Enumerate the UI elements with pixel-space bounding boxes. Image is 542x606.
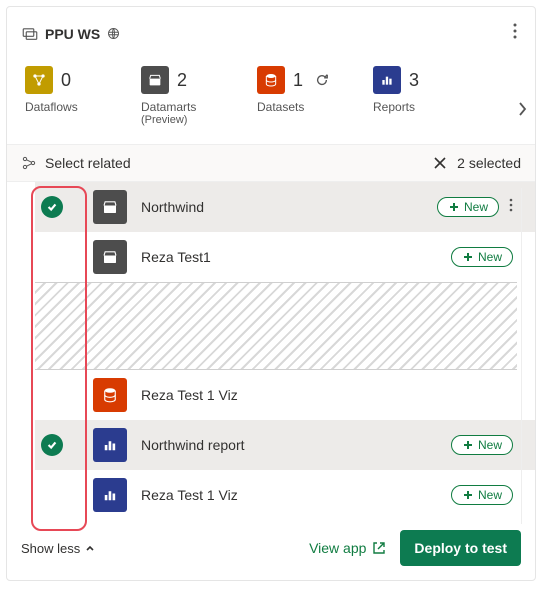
datamart-icon: [93, 240, 127, 274]
dataflow-icon: [25, 66, 53, 94]
summary-datasets[interactable]: 1 Datasets: [257, 66, 337, 114]
summary-datamarts[interactable]: 2 Datamarts (Preview): [141, 66, 221, 126]
summary-dataflows[interactable]: 0 Dataflows: [25, 66, 105, 114]
item-name: Reza Test 1 Viz: [141, 487, 451, 503]
item-name: Reza Test 1 Viz: [141, 387, 513, 403]
item-name: Northwind report: [141, 437, 451, 453]
new-badge-button[interactable]: New: [437, 197, 499, 217]
list-item[interactable]: Reza Test1 New: [35, 232, 535, 282]
summary-sublabel: (Preview): [141, 114, 187, 126]
new-badge-button[interactable]: New: [451, 247, 513, 267]
summary-label: Datamarts: [141, 100, 196, 114]
new-badge-button[interactable]: New: [451, 435, 513, 455]
checkbox-empty[interactable]: [41, 384, 63, 406]
scrollbar-track[interactable]: [521, 188, 533, 524]
summary-label: Reports: [373, 100, 415, 114]
dataset-icon: [257, 66, 285, 94]
scroll-right-button[interactable]: [517, 101, 527, 122]
new-badge-button[interactable]: New: [451, 485, 513, 505]
summary-label: Datasets: [257, 100, 304, 114]
item-more-button[interactable]: [509, 198, 513, 217]
dataset-icon: [93, 378, 127, 412]
checkmark-icon[interactable]: [41, 196, 63, 218]
checkbox-empty[interactable]: [41, 484, 63, 506]
list-item[interactable]: Reza Test 1 Viz New: [35, 470, 535, 520]
datamart-icon: [93, 190, 127, 224]
summary-count: 1: [293, 70, 303, 91]
checkmark-icon[interactable]: [41, 434, 63, 456]
refresh-icon[interactable]: [315, 73, 329, 87]
list-item[interactable]: Northwind report New: [35, 420, 535, 470]
list-item[interactable]: Reza Test 1 Viz: [35, 370, 535, 420]
clear-selection-button[interactable]: [433, 156, 447, 170]
workspace-name: PPU WS: [45, 26, 100, 42]
view-app-link[interactable]: View app: [309, 540, 386, 556]
report-icon: [93, 428, 127, 462]
report-icon: [373, 66, 401, 94]
more-menu-button[interactable]: [509, 19, 521, 48]
summary-count: 0: [61, 70, 71, 91]
deploy-to-test-button[interactable]: Deploy to test: [400, 530, 521, 566]
report-icon: [93, 478, 127, 512]
list-item[interactable]: Northwind New: [35, 182, 535, 232]
datamart-icon: [141, 66, 169, 94]
select-related-icon: [21, 155, 37, 171]
selected-count: 2 selected: [457, 155, 521, 171]
premium-icon: [106, 26, 121, 41]
select-related-button[interactable]: Select related: [45, 155, 131, 171]
checkbox-empty[interactable]: [41, 246, 63, 268]
summary-count: 3: [409, 70, 419, 91]
show-less-button[interactable]: Show less: [21, 541, 95, 556]
workspace-icon: [21, 25, 39, 43]
item-name: Reza Test1: [141, 249, 451, 265]
summary-reports[interactable]: 3 Reports: [373, 66, 453, 114]
summary-count: 2: [177, 70, 187, 91]
restricted-area: [35, 282, 517, 370]
summary-label: Dataflows: [25, 100, 78, 114]
item-name: Northwind: [141, 199, 437, 215]
